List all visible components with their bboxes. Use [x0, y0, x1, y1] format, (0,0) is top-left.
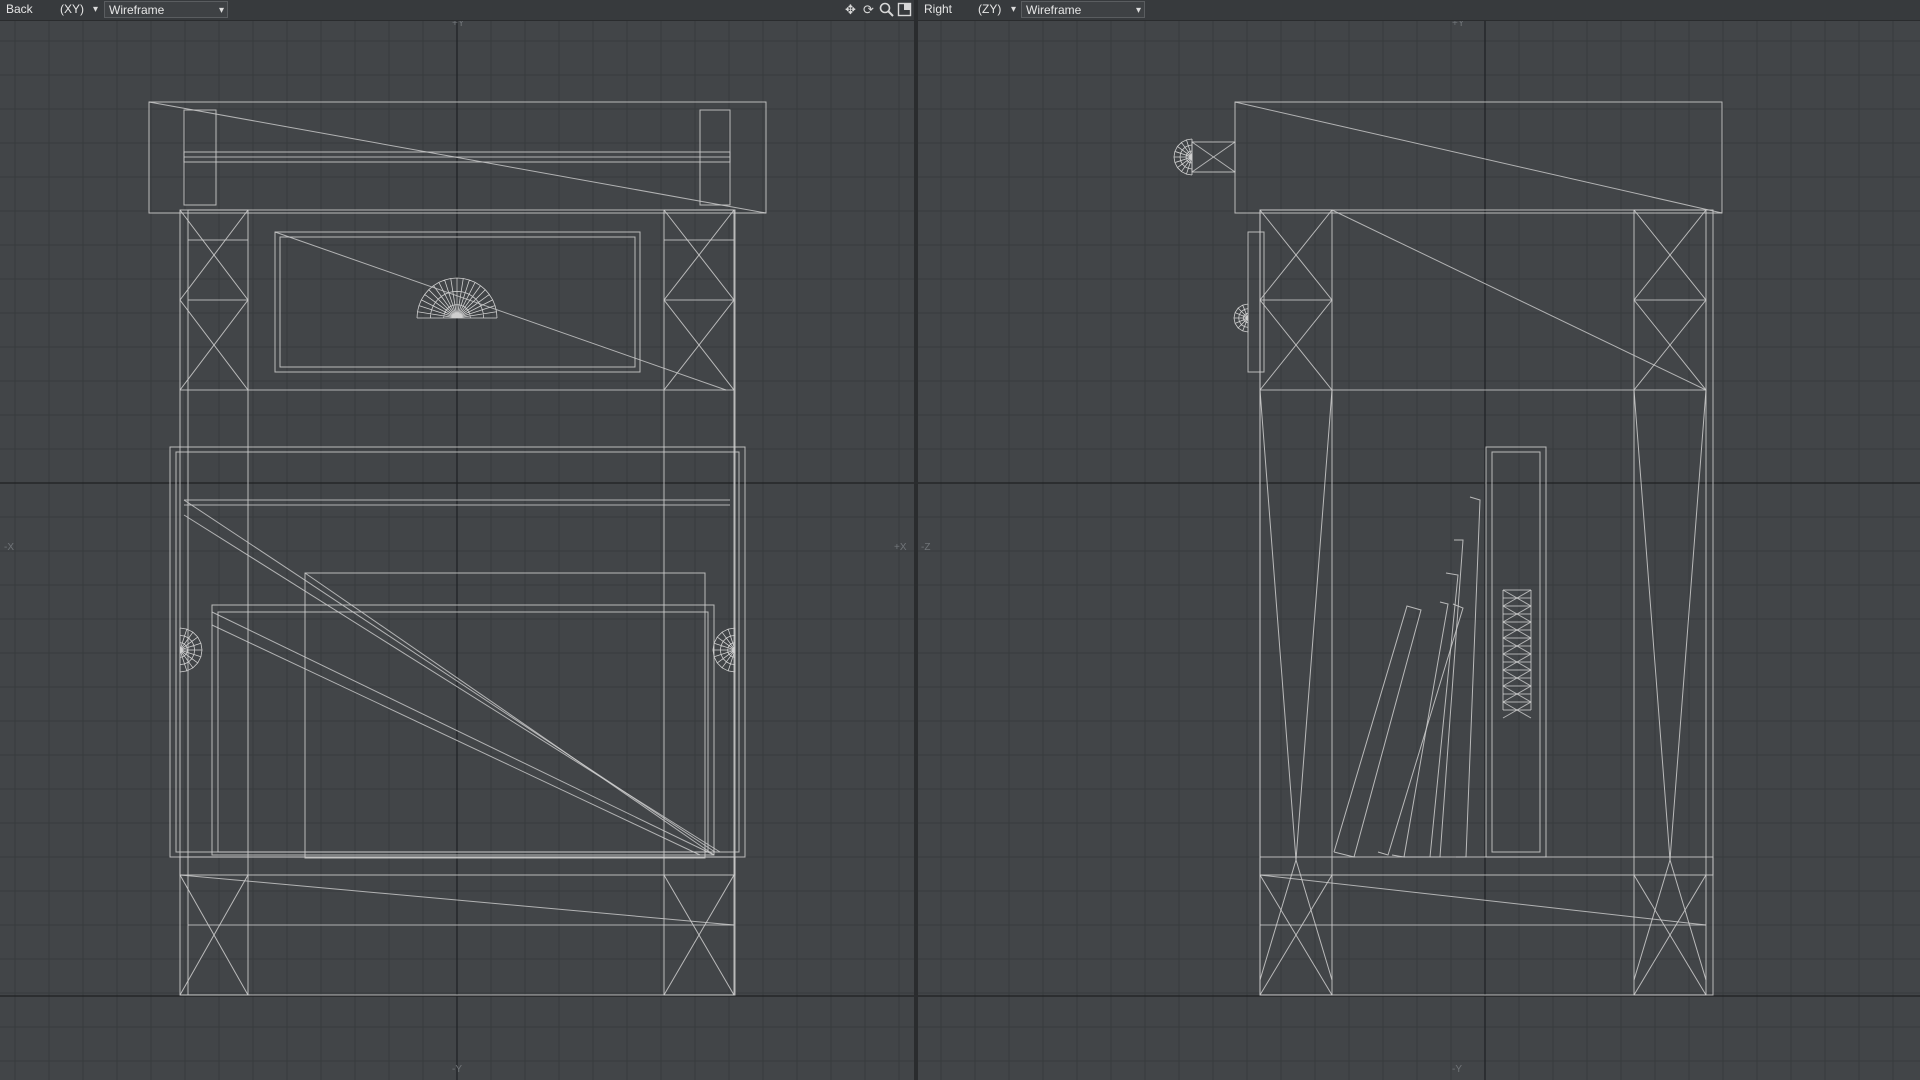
axis-label-bottom: -Y	[452, 1064, 462, 1075]
view-name-label[interactable]: Right	[924, 1, 952, 18]
axis-label-left: -X	[4, 542, 14, 553]
viewport-back[interactable]: +Y -Y -X +X Back (XY) ▾ Wireframe ▾ ✥ ⟳	[0, 0, 914, 1080]
top-knob-fan	[1173, 138, 1193, 176]
drawer-knob-fan-mesh	[416, 277, 498, 319]
bottom-shelf	[1259, 856, 1714, 876]
chevron-down-icon: ▾	[218, 5, 224, 16]
binder-inner	[1491, 451, 1541, 853]
left-handle-fan	[179, 627, 203, 673]
wireframe-right-view[interactable]	[918, 0, 1920, 1080]
move-icon[interactable]: ✥	[843, 2, 858, 17]
drawer-knob-fan	[1233, 303, 1249, 333]
maximize-icon[interactable]	[897, 2, 912, 17]
axis-label-right: +X	[894, 542, 907, 553]
top-box-diagonal	[1234, 101, 1723, 214]
brace-diagonal-4	[304, 572, 715, 856]
brace-diagonal-2	[183, 514, 721, 853]
right-handle-fan	[712, 627, 736, 673]
view-axes-select[interactable]: (ZY) ▾	[974, 1, 1019, 18]
book-1	[1377, 603, 1464, 856]
view-axes-value: (ZY)	[978, 2, 1002, 16]
axis-label-left: -Z	[921, 542, 931, 553]
book	[1333, 605, 1422, 858]
left-handle-fan-mesh	[179, 627, 203, 673]
drawer-knob-fan	[416, 277, 498, 319]
view-axes-value: (XY)	[60, 2, 84, 16]
view-name-label[interactable]: Back	[6, 1, 33, 18]
top-knob-fan-mesh	[1173, 138, 1193, 176]
zoom-icon[interactable]	[879, 2, 894, 17]
right-leg	[663, 209, 735, 996]
viewport-toolbar-right: Right (ZY) ▾ Wireframe ▾	[918, 0, 1920, 21]
left-leg	[187, 209, 249, 996]
bottom-diagonal	[1259, 874, 1707, 926]
back-leg	[1633, 209, 1707, 996]
axis-label-bottom: -Y	[1452, 1064, 1462, 1075]
drawer-knob-fan-mesh	[1233, 303, 1249, 333]
back-panel	[304, 572, 706, 859]
wireframe-back-view[interactable]	[0, 0, 914, 1080]
chevron-down-icon: ▾	[1135, 5, 1141, 16]
viewport-toolbar-left: Back (XY) ▾ Wireframe ▾ ✥ ⟳	[0, 0, 914, 21]
book-2	[1391, 601, 1449, 858]
chevron-down-icon: ▾	[1010, 4, 1016, 15]
render-mode-select[interactable]: Wireframe ▾	[1021, 1, 1145, 18]
render-mode-select[interactable]: Wireframe ▾	[104, 1, 228, 18]
render-mode-value: Wireframe	[1026, 3, 1082, 17]
front-leg	[1259, 209, 1333, 996]
view-axes-select[interactable]: (XY) ▾	[56, 1, 101, 18]
right-handle-fan-mesh	[712, 627, 736, 673]
chevron-down-icon: ▾	[92, 4, 98, 15]
render-mode-value: Wireframe	[109, 3, 165, 17]
binder	[1485, 446, 1547, 858]
rotate-icon[interactable]: ⟳	[861, 2, 876, 17]
viewport-right[interactable]: +Y -Y -Z Right (ZY) ▾ Wireframe ▾	[918, 0, 1920, 1080]
drawer-diagonal	[274, 231, 727, 391]
